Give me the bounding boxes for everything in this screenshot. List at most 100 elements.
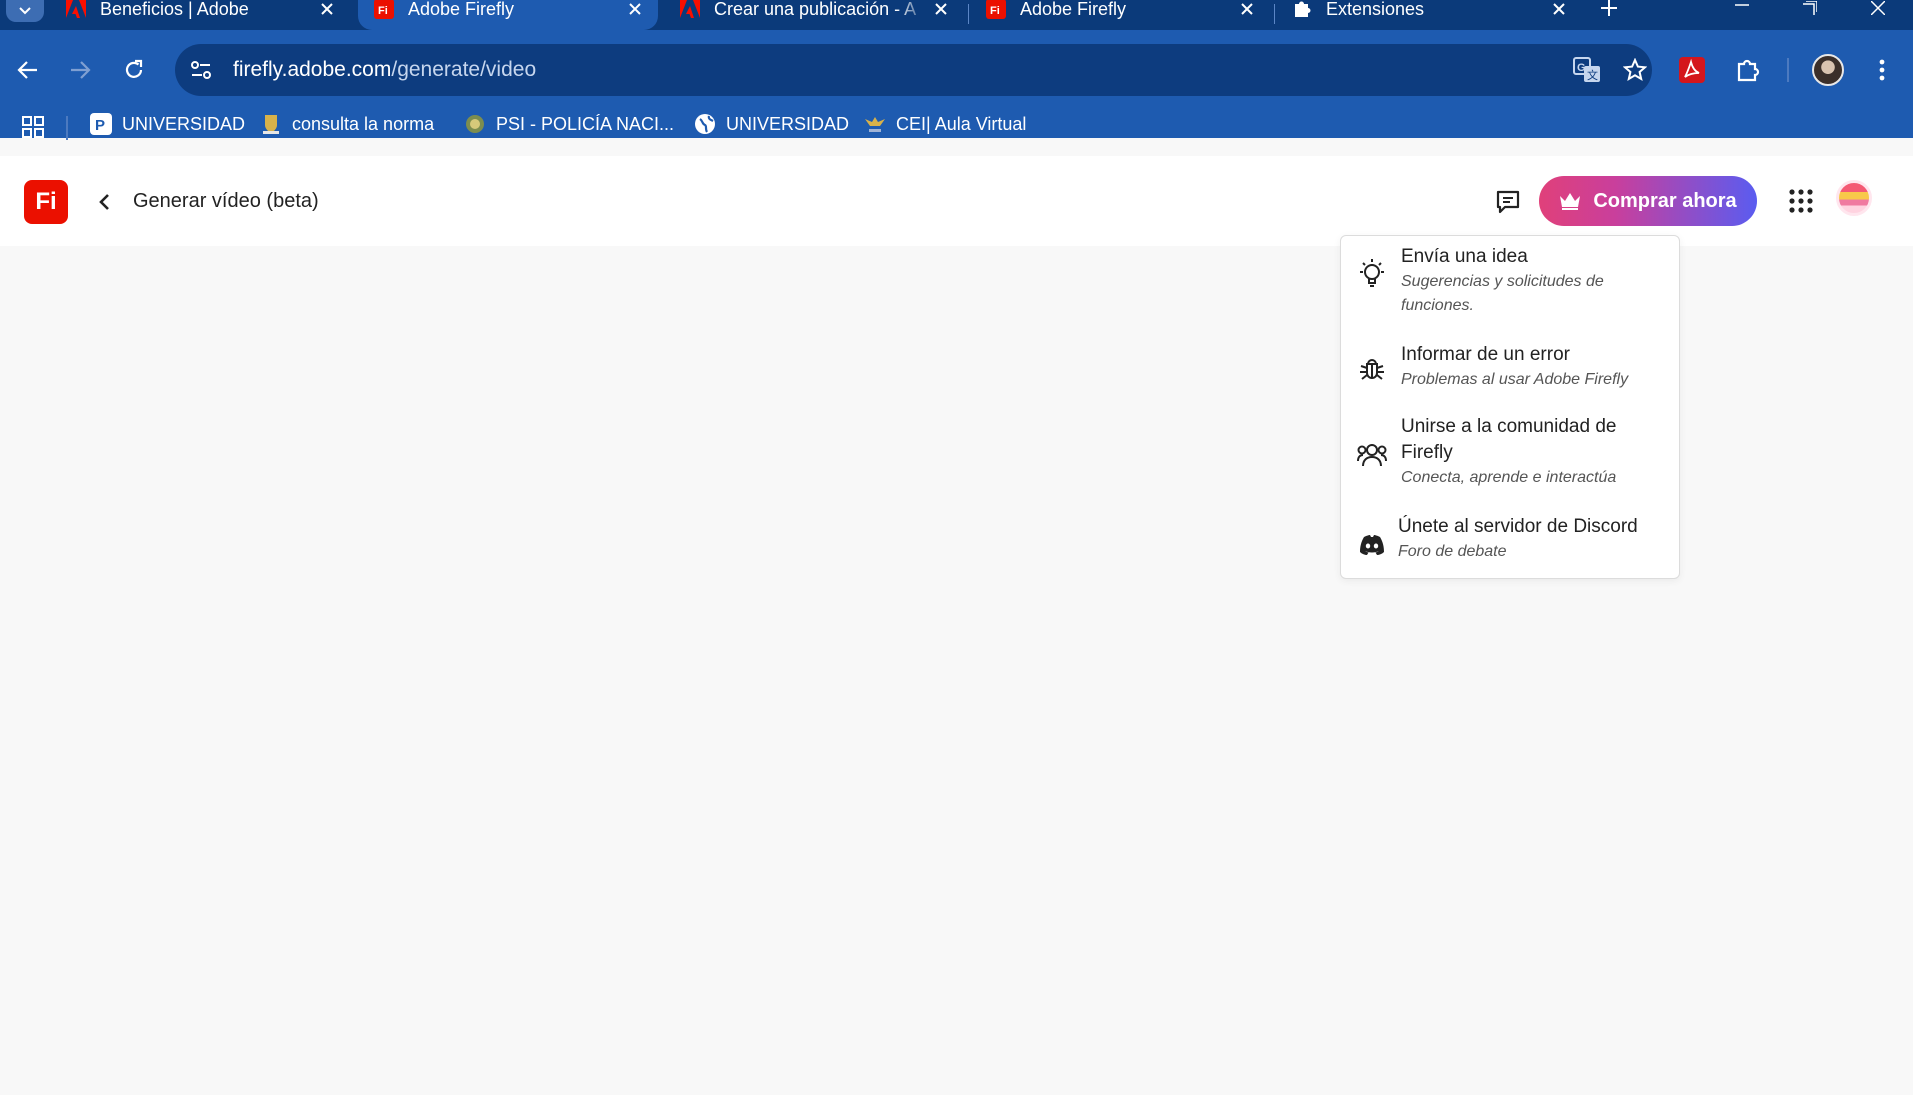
discord-icon [1357,530,1387,560]
community-icon [1357,440,1387,470]
menu-item-description: Foro de debate [1398,543,1507,560]
site-settings-icon[interactable] [179,48,223,92]
menu-item-description: Problemas al usar Adobe Firefly [1401,371,1629,388]
bookmark-label: CEI| Aula Virtual [896,113,1027,134]
feedback-button[interactable] [1490,184,1526,220]
tab-title: Crear una publicación - A [714,0,917,19]
more-menu-icon[interactable] [1862,50,1902,90]
menu-item-title: Únete al servidor de Discord [1398,516,1638,537]
translate-icon[interactable]: G文 [1567,50,1607,90]
tab-crear-publicacion[interactable]: Crear una publicación - A [664,0,964,30]
firefly-logo[interactable]: Fi [24,180,68,224]
profile-avatar[interactable] [1812,54,1844,86]
close-icon[interactable] [928,0,954,22]
buy-now-label: Comprar ahora [1593,189,1737,212]
buy-now-button[interactable]: Comprar ahora [1539,176,1757,226]
minimize-button[interactable] [1714,0,1770,16]
minimize-icon [1735,4,1749,6]
new-tab-button[interactable] [1594,0,1624,16]
svg-text:P: P [95,117,105,134]
menu-item-text: Únete al servidor de Discord Foro de deb… [1398,514,1663,564]
feedback-menu: Envía una idea Sugerencias y solicitudes… [1340,235,1680,579]
tab-beneficios-adobe[interactable]: Beneficios | Adobe [50,0,350,30]
menu-item-text: Envía una idea Sugerencias y solicitudes… [1401,244,1666,318]
menu-item-text: Unirse a la comunidad de Firefly Conecta… [1401,414,1666,490]
close-window-button[interactable] [1850,0,1906,16]
tab-adobe-firefly-active[interactable]: Fi Adobe Firefly [358,0,658,30]
bookmark-consulta-norma[interactable]: consulta la norma [260,108,434,140]
menu-item-join-discord[interactable]: Únete al servidor de Discord Foro de deb… [1341,514,1679,574]
url-host: firefly.adobe.com [233,58,392,81]
apps-grid-icon[interactable] [18,112,48,142]
close-icon[interactable] [1234,0,1260,22]
bookmark-star-icon[interactable] [1615,50,1655,90]
bookmarks-bar: P UNIVERSIDAD consulta la norma PSI - PO… [0,108,1913,148]
chat-bubble-icon [1496,190,1520,214]
toolbar-divider [1787,58,1789,82]
page-title: Generar vídeo (beta) [133,190,319,212]
tab-title: Extensiones [1326,0,1425,19]
bookmarks-separator [66,116,68,140]
close-icon[interactable] [622,0,648,22]
svg-text:Fi: Fi [378,5,388,17]
firefly-icon: Fi [986,0,1006,19]
adobe-icon [66,0,86,19]
url-path: /generate/video [391,58,537,81]
bookmark-psi-policia[interactable]: PSI - POLICÍA NACI... [464,108,674,140]
firefly-icon: Fi [374,0,394,19]
menu-item-title: Unirse a la comunidad de Firefly [1401,416,1617,463]
globe-icon [694,113,716,135]
back-nav-button[interactable] [92,184,116,220]
bookmark-label: PSI - POLICÍA NACI... [496,113,675,134]
arrow-right-icon [71,61,91,79]
bookmark-universidad-2[interactable]: UNIVERSIDAD [694,108,849,140]
lightbulb-icon [1357,258,1387,288]
restore-button[interactable] [1782,0,1838,16]
address-bar[interactable]: firefly.adobe.com/generate/video G文 [175,44,1652,96]
bookmark-label: UNIVERSIDAD [726,113,850,134]
reload-icon [125,59,143,78]
bookmark-label: UNIVERSIDAD [122,113,246,134]
crown-icon [1559,192,1581,210]
svg-text:文: 文 [1587,68,1598,82]
back-button[interactable] [8,50,48,90]
menu-item-title: Envía una idea [1401,246,1528,267]
reload-button[interactable] [114,50,154,90]
tab-title: Adobe Firefly [408,0,515,19]
forward-button[interactable] [60,50,100,90]
close-icon[interactable] [1546,0,1572,22]
plus-icon [1601,0,1617,16]
menu-item-join-community[interactable]: Unirse a la comunidad de Firefly Conecta… [1341,414,1679,500]
bookmark-label: consulta la norma [292,113,435,134]
adobe-icon [680,0,700,19]
tab-search-button[interactable] [6,0,44,22]
user-avatar[interactable] [1836,180,1872,216]
svg-text:Fi: Fi [990,5,1000,17]
apps-switcher-icon[interactable] [1786,186,1816,216]
extensions-puzzle-icon[interactable] [1728,50,1768,90]
close-icon [1871,1,1885,15]
police-badge-icon [464,113,486,135]
chevron-down-icon [19,7,31,15]
tab-separator [968,4,969,24]
bookmark-cei-aula-virtual[interactable]: CEI| Aula Virtual [864,108,1026,140]
tab-strip: Beneficios | Adobe Fi Adobe Firefly Crea… [0,0,1913,30]
app-header: Fi Generar vídeo (beta) Comprar ahora [0,156,1913,246]
tab-adobe-firefly[interactable]: Fi Adobe Firefly [970,0,1270,30]
bookmark-universidad-1[interactable]: P UNIVERSIDAD [90,108,245,140]
tab-separator [1274,4,1275,24]
tab-title: Adobe Firefly [1020,0,1127,19]
close-icon[interactable] [314,0,340,22]
browser-toolbar: firefly.adobe.com/generate/video G文 P UN… [0,30,1913,140]
menu-item-title: Informar de un error [1401,344,1570,365]
tab-extensiones[interactable]: Extensiones [1276,0,1582,30]
puzzle-icon [1292,0,1312,19]
menu-item-report-bug[interactable]: Informar de un error Problemas al usar A… [1341,342,1679,402]
tab-title: Beneficios | Adobe [100,0,249,19]
menu-item-send-idea[interactable]: Envía una idea Sugerencias y solicitudes… [1341,244,1679,330]
arrow-left-icon [17,61,37,79]
acrobat-extension-icon[interactable] [1672,50,1712,90]
restore-icon [1803,1,1817,15]
bug-icon [1357,354,1387,384]
universidad-logo-icon: P [90,113,112,135]
